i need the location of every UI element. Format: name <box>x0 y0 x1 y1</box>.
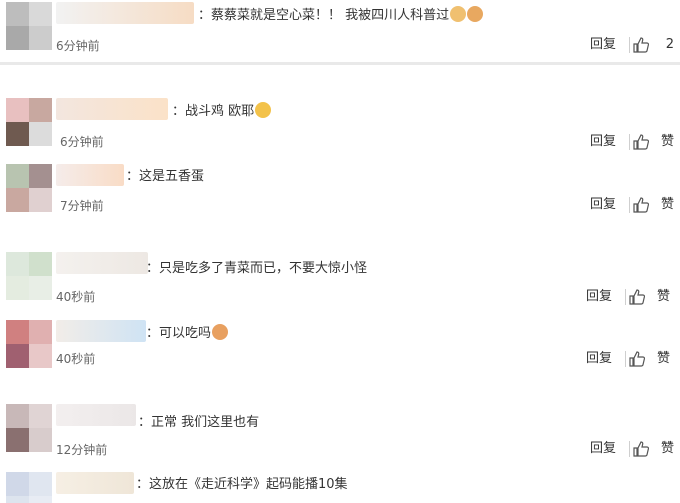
divider <box>629 197 630 213</box>
comment-text: ：这是五香蛋 <box>126 168 204 186</box>
comment-item: ：蔡蔡菜就是空心菜！！ 我被四川人科普过 6分钟前 回复 2 <box>0 0 680 62</box>
avatar[interactable] <box>6 2 52 50</box>
avatar[interactable] <box>6 404 52 452</box>
timestamp: 6分钟前 <box>56 39 100 53</box>
like-button-label[interactable]: 赞 <box>661 133 674 151</box>
avatar-pixel <box>29 188 52 212</box>
thumbs-up-icon[interactable] <box>632 36 650 54</box>
comment-text: ：正常 我们这里也有 <box>138 414 259 432</box>
reply-button[interactable]: 回复 <box>590 36 616 54</box>
avatar-pixel <box>29 496 52 503</box>
avatar-pixel <box>6 26 29 50</box>
avatar-pixel <box>6 404 29 428</box>
avatar-pixel <box>6 276 29 300</box>
comment-item: ：战斗鸡 欧耶 6分钟前 回复 赞 <box>0 96 680 158</box>
avatar-pixel <box>29 276 52 300</box>
avatar-pixel <box>29 428 52 452</box>
avatar[interactable] <box>6 320 52 368</box>
reply-button[interactable]: 回复 <box>590 440 616 458</box>
emoji-icon <box>450 6 467 22</box>
avatar-pixel <box>29 320 52 344</box>
comment-text: ：战斗鸡 欧耶 <box>172 102 272 121</box>
avatar-pixel <box>29 252 52 276</box>
divider <box>625 351 626 367</box>
comment-item: ：只是吃多了青菜而已，不要大惊小怪 40秒前 回复 赞 <box>0 250 680 310</box>
divider <box>629 134 630 150</box>
username-blurred[interactable] <box>56 252 148 274</box>
thumbs-up-icon[interactable] <box>632 440 650 458</box>
comment-text: ：蔡蔡菜就是空心菜！！ 我被四川人科普过 <box>198 6 484 25</box>
timestamp: 40秒前 <box>56 290 96 304</box>
avatar-pixel <box>6 252 29 276</box>
avatar-pixel <box>29 98 52 122</box>
avatar-pixel <box>6 428 29 452</box>
like-button-label[interactable]: 赞 <box>661 196 674 214</box>
avatar-pixel <box>6 496 29 503</box>
thumbs-up-icon[interactable] <box>628 288 646 306</box>
thumbs-up-icon[interactable] <box>632 196 650 214</box>
comment-item: ：这放在《走近科学》起码能播10集 <box>0 470 680 503</box>
thumbs-up-icon[interactable] <box>628 350 646 368</box>
comment-text-content: ：蔡蔡菜就是空心菜！！ 我被四川人科普过 <box>198 8 450 23</box>
timestamp: 12分钟前 <box>56 443 108 457</box>
avatar[interactable] <box>6 472 52 503</box>
reply-button[interactable]: 回复 <box>586 288 612 306</box>
comment-text-content: ：这放在《走近科学》起码能播10集 <box>136 477 348 492</box>
like-button-label[interactable]: 赞 <box>657 288 670 306</box>
username-blurred[interactable] <box>56 472 134 494</box>
avatar-pixel <box>29 404 52 428</box>
timestamp: 6分钟前 <box>60 135 104 149</box>
comment-item: ：这是五香蛋 7分钟前 回复 赞 <box>0 162 680 220</box>
row-divider <box>0 62 680 65</box>
username-blurred[interactable] <box>56 164 124 186</box>
comment-text-content: ：这是五香蛋 <box>126 169 205 184</box>
reply-button[interactable]: 回复 <box>590 196 616 214</box>
avatar[interactable] <box>6 98 52 146</box>
avatar-pixel <box>29 122 52 146</box>
reply-button[interactable]: 回复 <box>586 350 612 368</box>
like-button-label[interactable]: 赞 <box>657 350 670 368</box>
avatar-pixel <box>29 472 52 496</box>
avatar-pixel <box>29 164 52 188</box>
username-blurred[interactable] <box>56 2 194 24</box>
avatar-pixel <box>6 2 29 26</box>
comment-item: ：可以吃吗 40秒前 回复 赞 <box>0 318 680 374</box>
divider <box>625 289 626 305</box>
avatar-pixel <box>6 320 29 344</box>
emoji-icon <box>467 6 484 22</box>
comment-text-content: ：只是吃多了青菜而已，不要大惊小怪 <box>146 261 368 276</box>
username-blurred[interactable] <box>56 320 146 342</box>
emoji-icon <box>255 102 272 118</box>
comment-text-content: ：战斗鸡 欧耶 <box>172 104 255 119</box>
avatar-pixel <box>6 472 29 496</box>
reply-button[interactable]: 回复 <box>590 133 616 151</box>
avatar-pixel <box>6 344 29 368</box>
avatar-pixel <box>6 122 29 146</box>
avatar-pixel <box>6 164 29 188</box>
avatar-pixel <box>29 2 52 26</box>
avatar-pixel <box>29 344 52 368</box>
username-blurred[interactable] <box>56 404 136 426</box>
avatar-pixel <box>6 188 29 212</box>
thumbs-up-icon[interactable] <box>632 133 650 151</box>
timestamp: 7分钟前 <box>60 199 104 213</box>
like-button-label[interactable]: 赞 <box>661 440 674 458</box>
username-blurred[interactable] <box>56 98 168 120</box>
avatar-pixel <box>6 98 29 122</box>
like-count[interactable]: 2 <box>666 36 674 54</box>
comment-item: ：正常 我们这里也有 12分钟前 回复 赞 <box>0 402 680 460</box>
divider <box>629 441 630 457</box>
comment-text: ：只是吃多了青菜而已，不要大惊小怪 <box>146 260 367 278</box>
divider <box>629 37 630 53</box>
comment-text-content: ：正常 我们这里也有 <box>138 415 260 430</box>
timestamp: 40秒前 <box>56 352 96 366</box>
comment-text-content: ：可以吃吗 <box>146 326 212 341</box>
avatar[interactable] <box>6 252 52 300</box>
comment-text: ：可以吃吗 <box>146 324 229 343</box>
avatar-pixel <box>29 26 52 50</box>
comment-text: ：这放在《走近科学》起码能播10集 <box>136 476 348 494</box>
avatar[interactable] <box>6 164 52 212</box>
emoji-icon <box>212 324 229 340</box>
